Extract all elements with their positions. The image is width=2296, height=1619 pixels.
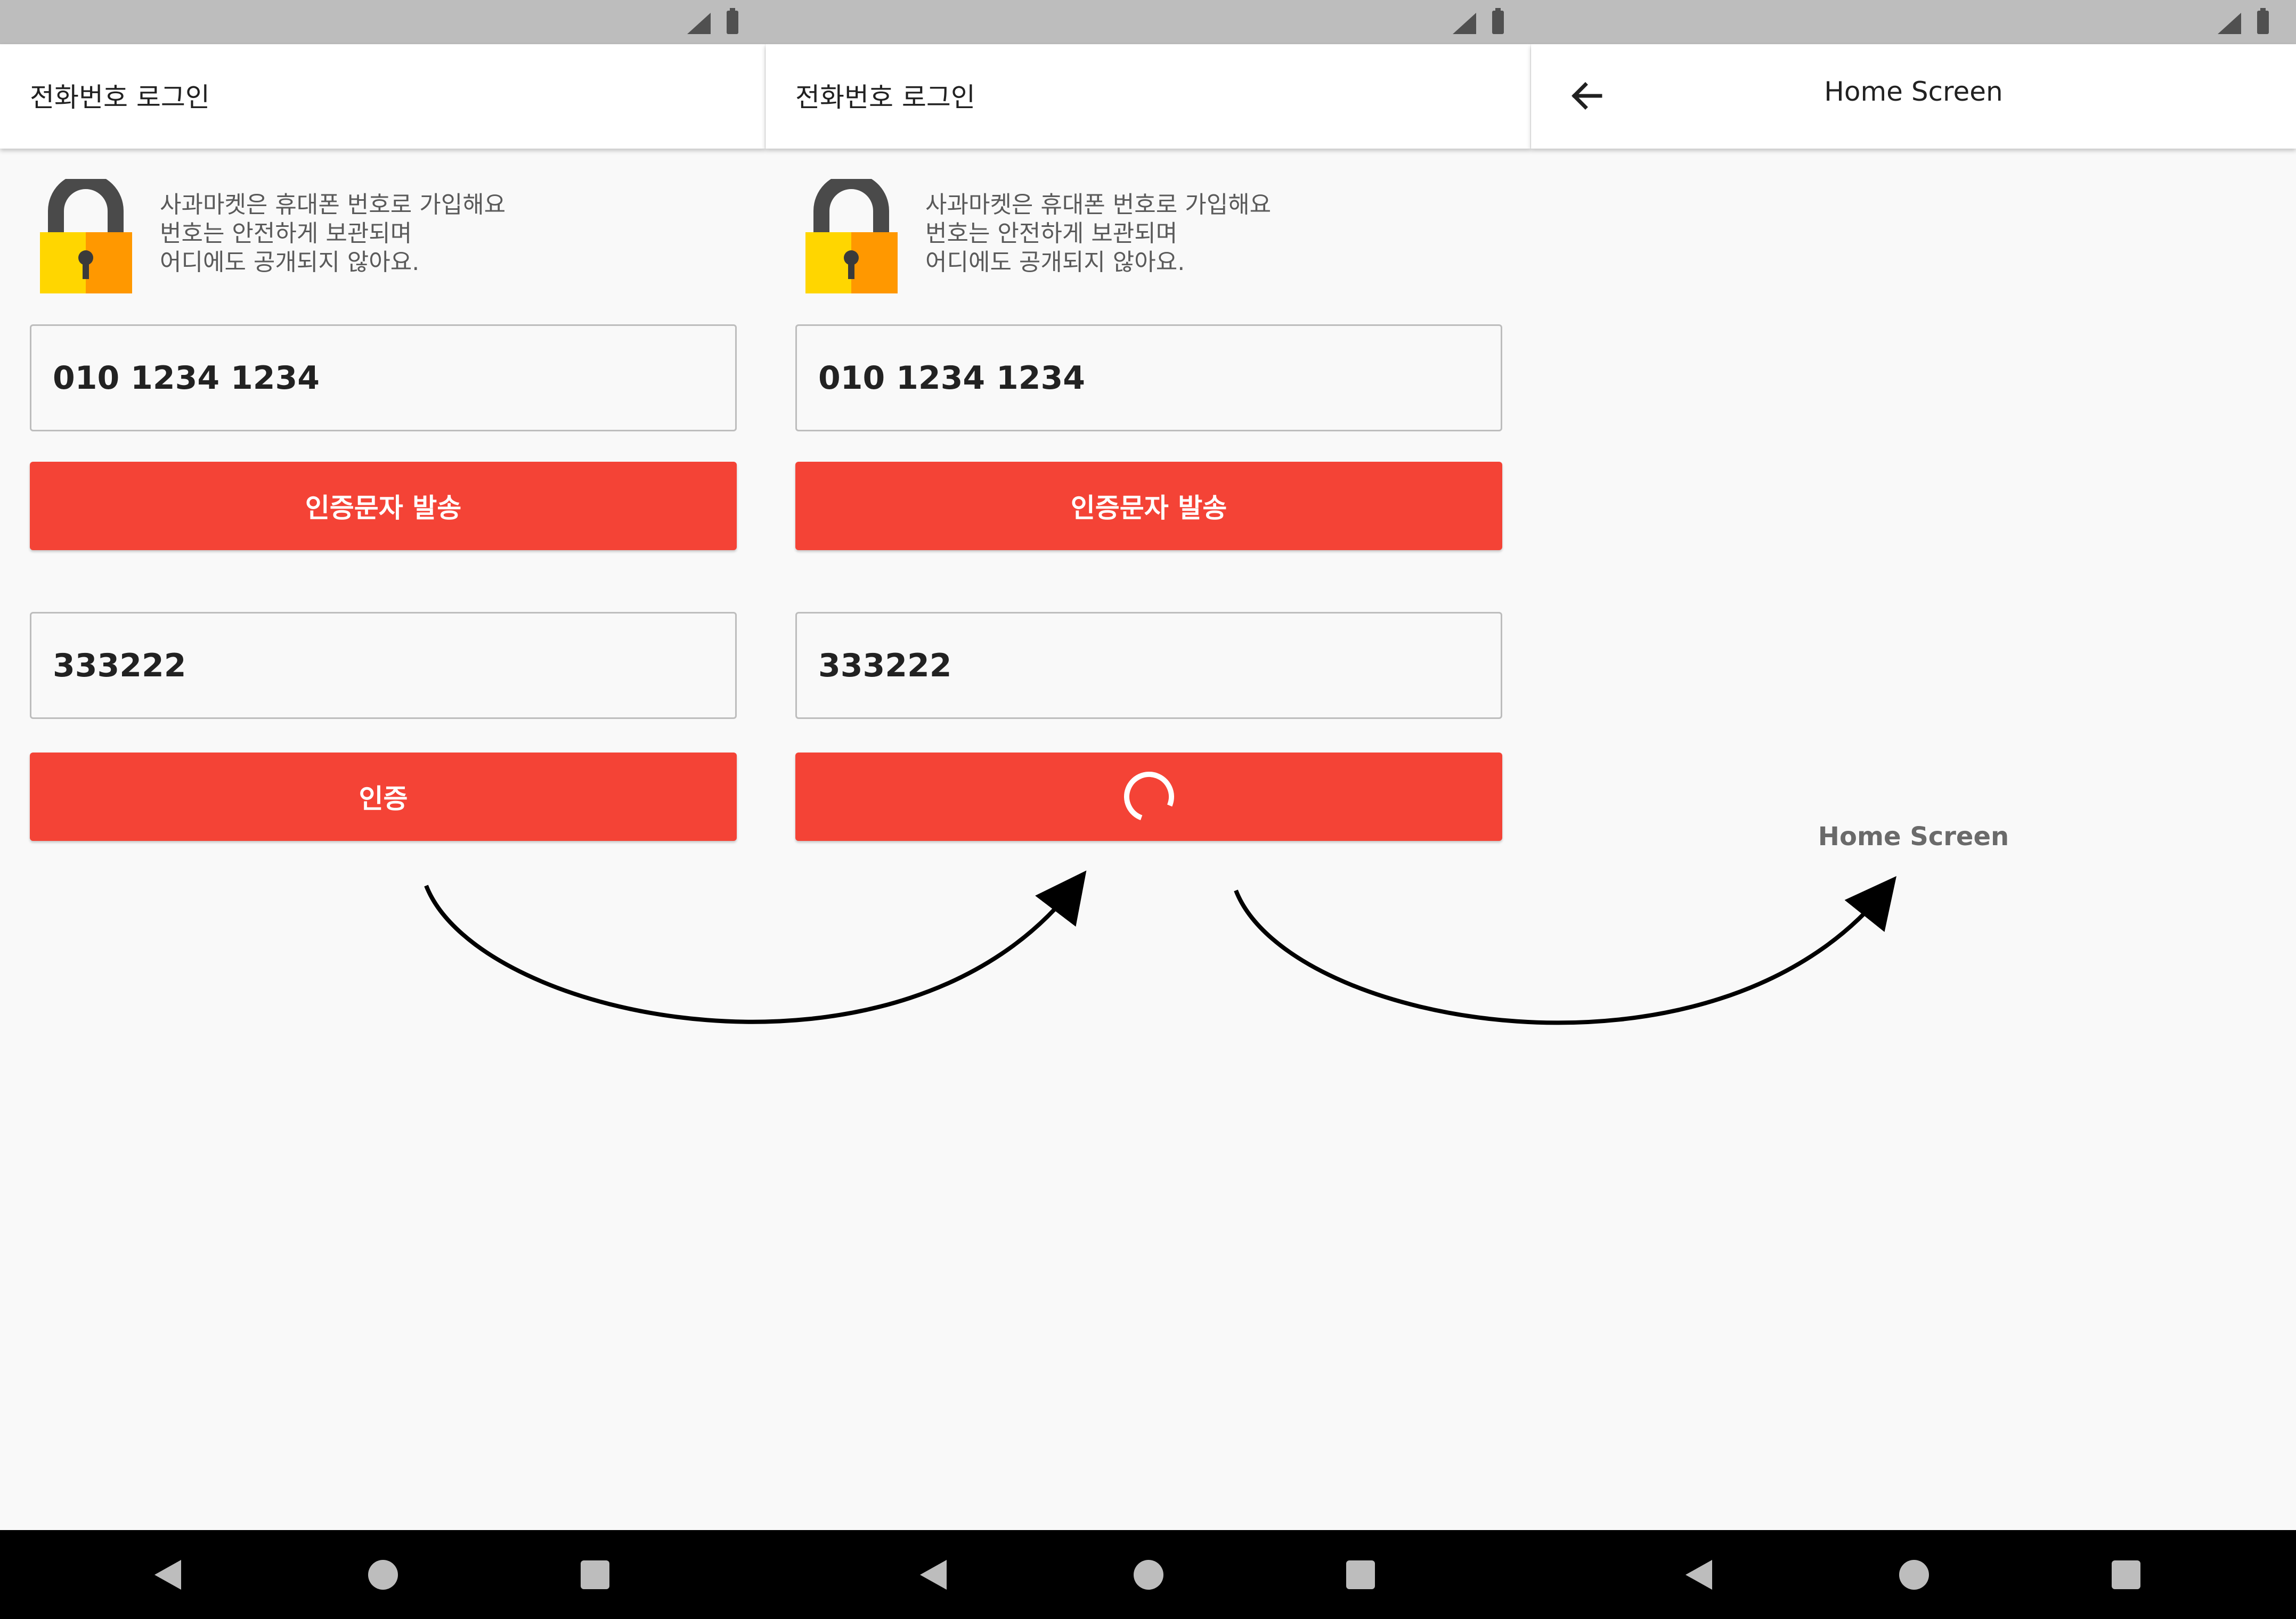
verification-code-input[interactable]: 333222 (30, 612, 737, 719)
nav-home-icon[interactable] (368, 1560, 398, 1590)
battery-icon (2257, 8, 2269, 34)
status-icons (2218, 8, 2276, 34)
app-bar: 전화번호 로그인 (0, 44, 765, 149)
lock-icon (40, 173, 132, 293)
verification-code-input[interactable]: 333222 (795, 612, 1502, 719)
verify-button-loading[interactable] (795, 753, 1502, 841)
signal-icon (1453, 13, 1476, 34)
nav-home-icon[interactable] (1899, 1560, 1929, 1590)
verify-button[interactable]: 인증 (30, 753, 737, 841)
phone-number-input[interactable]: 010 1234 1234 (30, 324, 737, 431)
status-icons (1453, 8, 1511, 34)
nav-back-icon[interactable] (154, 1560, 181, 1590)
home-screen-text: Home Screen (1818, 822, 2009, 852)
lock-icon (805, 173, 898, 293)
page-title: 전화번호 로그인 (30, 82, 210, 113)
send-code-button[interactable]: 인증문자 발송 (30, 462, 737, 550)
nav-home-icon[interactable] (1134, 1560, 1163, 1590)
page-title: 전화번호 로그인 (795, 82, 975, 113)
signal-icon (687, 13, 711, 34)
phone-number-input[interactable]: 010 1234 1234 (795, 324, 1502, 431)
nav-recents-icon[interactable] (581, 1560, 609, 1589)
signal-icon (2218, 13, 2241, 34)
nav-bar (0, 1530, 2296, 1619)
screen-phone-login-loading: 전화번호 로그인 사과마켓은 휴대폰 번호로 가입해요 번호는 안전하게 보관되… (766, 44, 1530, 1530)
info-text: 사과마켓은 휴대폰 번호로 가입해요 번호는 안전하게 보관되며 어디에도 공개… (925, 191, 1272, 276)
screen-phone-login: 전화번호 로그인 사과마켓은 휴대폰 번호로 가입해요 번호는 안전하게 보관되… (0, 44, 765, 1530)
nav-recents-icon[interactable] (1346, 1560, 1375, 1589)
battery-icon (1492, 8, 1504, 34)
status-icons (687, 8, 746, 34)
screen-home: Home Screen Home Screen (1531, 44, 2296, 1530)
page-title: Home Screen (1824, 76, 2003, 107)
nav-back-icon[interactable] (920, 1560, 947, 1590)
status-bar (0, 0, 2296, 44)
info-text: 사과마켓은 휴대폰 번호로 가입해요 번호는 안전하게 보관되며 어디에도 공개… (160, 191, 506, 276)
app-bar: Home Screen (1531, 44, 2296, 149)
nav-back-icon[interactable] (1686, 1560, 1712, 1590)
app-bar: 전화번호 로그인 (766, 44, 1530, 149)
loading-spinner-icon (1121, 769, 1177, 824)
battery-icon (727, 8, 738, 34)
send-code-button[interactable]: 인증문자 발송 (795, 462, 1502, 550)
nav-recents-icon[interactable] (2112, 1560, 2140, 1589)
